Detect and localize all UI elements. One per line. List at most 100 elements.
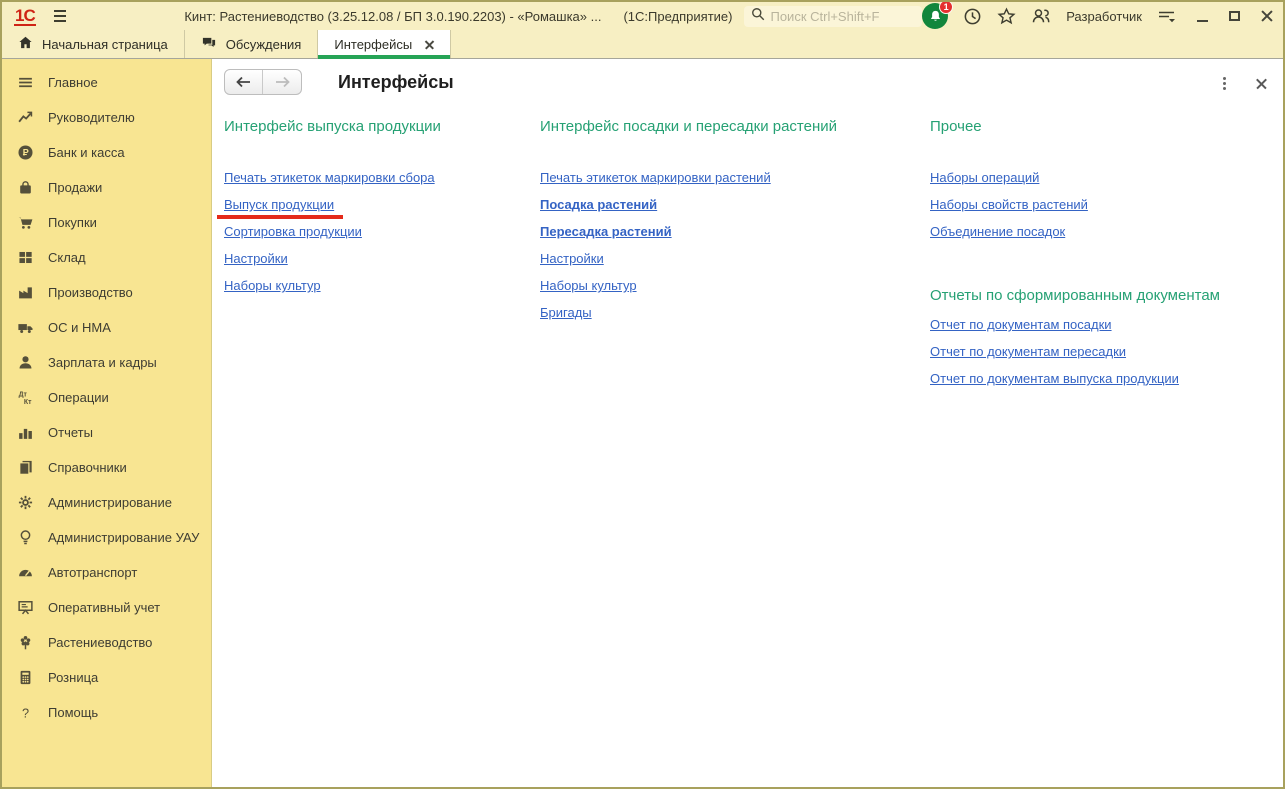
section-heading: Прочее <box>930 118 982 135</box>
forward-button[interactable] <box>263 70 301 94</box>
link-plant-property-sets[interactable]: Наборы свойств растений <box>930 197 1088 212</box>
svg-text:Р: Р <box>22 148 28 158</box>
tab-bar: Начальная страница Обсуждения Интерфейсы <box>2 30 1283 59</box>
link-report-output-docs[interactable]: Отчет по документам выпуска продукции <box>930 371 1179 386</box>
tab-label: Интерфейсы <box>334 36 413 52</box>
link-row: Настройки <box>540 250 930 277</box>
speedometer-icon <box>16 564 34 582</box>
link-product-sorting[interactable]: Сортировка продукции <box>224 224 362 239</box>
sidebar-item-bank-cash[interactable]: Р Банк и касса <box>2 135 211 170</box>
link-culture-sets[interactable]: Наборы культур <box>224 278 321 293</box>
main-content: Интерфейсы Интерфейс выпуска продукции П… <box>212 59 1283 787</box>
svg-text:Кт: Кт <box>23 399 31 406</box>
link-row: Пересадка растений <box>540 223 930 250</box>
link-print-labels-harvest[interactable]: Печать этикеток маркировки сбора <box>224 170 435 185</box>
link-planting[interactable]: Посадка растений <box>540 197 657 212</box>
sidebar-item-label: Главное <box>48 75 98 90</box>
link-brigades[interactable]: Бригады <box>540 305 592 320</box>
users-icon[interactable] <box>1031 6 1051 26</box>
more-menu-icon[interactable] <box>1221 75 1228 92</box>
link-row: Выпуск продукции <box>216 196 540 223</box>
link-merge-plantings[interactable]: Объединение посадок <box>930 224 1065 239</box>
back-button[interactable] <box>225 70 263 94</box>
sidebar-nav: Главное Руководителю Р Банк и касса Прод… <box>2 59 212 787</box>
sidebar-item-label: ОС и НМА <box>48 320 111 335</box>
notifications-button[interactable]: 1 <box>922 2 954 29</box>
sidebar-item-catalogs[interactable]: Справочники <box>2 450 211 485</box>
main-menu-icon[interactable] <box>53 10 67 22</box>
sidebar-item-purchases[interactable]: Покупки <box>2 205 211 240</box>
link-replanting[interactable]: Пересадка растений <box>540 224 672 239</box>
global-search[interactable] <box>744 5 923 27</box>
sidebar-item-assets[interactable]: ОС и НМА <box>2 310 211 345</box>
link-culture-sets[interactable]: Наборы культур <box>540 278 637 293</box>
sidebar-item-salary-hr[interactable]: Зарплата и кадры <box>2 345 211 380</box>
close-page-icon[interactable] <box>1256 78 1267 89</box>
history-icon[interactable] <box>963 7 982 26</box>
functions-menu-icon[interactable] <box>1157 8 1176 24</box>
light-bulb-icon <box>16 529 34 547</box>
link-settings[interactable]: Настройки <box>224 251 288 266</box>
sidebar-item-label: Операции <box>48 390 109 405</box>
sidebar-item-help[interactable]: ? Помощь <box>2 695 211 730</box>
tab-discussions[interactable]: Обсуждения <box>185 30 319 58</box>
calculator-icon <box>16 669 34 687</box>
notification-badge: 1 <box>939 2 954 14</box>
link-row: Печать этикеток маркировки сбора <box>224 169 540 196</box>
debit-credit-icon: Дт Кт <box>16 389 34 407</box>
sidebar-item-production[interactable]: Производство <box>2 275 211 310</box>
link-print-labels-plants[interactable]: Печать этикеток маркировки растений <box>540 170 771 185</box>
home-icon <box>18 35 33 53</box>
page-title: Интерфейсы <box>338 71 454 92</box>
tab-close-icon[interactable] <box>425 40 434 49</box>
link-row: Печать этикеток маркировки растений <box>540 169 930 196</box>
sidebar-item-administration[interactable]: Администрирование <box>2 485 211 520</box>
sidebar-item-label: Помощь <box>48 705 99 720</box>
interface-columns: Интерфейс выпуска продукции Печать этике… <box>212 105 1283 397</box>
factory-icon <box>16 284 34 302</box>
close-window-button[interactable] <box>1261 10 1273 22</box>
sidebar-item-administration-uau[interactable]: Администрирование УАУ <box>2 520 211 555</box>
search-input[interactable] <box>770 8 916 24</box>
sidebar-item-sales[interactable]: Продажи <box>2 170 211 205</box>
main-menu-icon <box>16 74 34 92</box>
question-mark-icon: ? <box>16 704 34 722</box>
link-product-output[interactable]: Выпуск продукции <box>216 197 344 219</box>
link-report-replanting-docs[interactable]: Отчет по документам пересадки <box>930 344 1126 359</box>
truck-icon <box>16 319 34 337</box>
sidebar-item-reports[interactable]: Отчеты <box>2 415 211 450</box>
link-report-planting-docs[interactable]: Отчет по документам посадки <box>930 317 1112 332</box>
sidebar-item-main[interactable]: Главное <box>2 65 211 100</box>
person-icon <box>16 354 34 372</box>
sidebar-item-operational[interactable]: Оперативный учет <box>2 590 211 625</box>
section-production-interface: Интерфейс выпуска продукции Печать этике… <box>216 111 540 397</box>
link-row: Объединение посадок <box>930 223 1283 250</box>
sidebar-item-label: Растениеводство <box>48 635 153 650</box>
sidebar-item-label: Склад <box>48 250 86 265</box>
tab-home-page[interactable]: Начальная страница <box>2 30 185 58</box>
sidebar-item-label: Зарплата и кадры <box>48 355 157 370</box>
sidebar-item-manager[interactable]: Руководителю <box>2 100 211 135</box>
tab-interfaces[interactable]: Интерфейсы <box>318 30 452 59</box>
maximize-button[interactable] <box>1229 11 1240 21</box>
sidebar-item-warehouse[interactable]: Склад <box>2 240 211 275</box>
sidebar-item-transport[interactable]: Автотранспорт <box>2 555 211 590</box>
sidebar-item-label: Производство <box>48 285 133 300</box>
link-settings[interactable]: Настройки <box>540 251 604 266</box>
ruble-coin-icon: Р <box>16 144 34 162</box>
sidebar-item-operations[interactable]: Дт Кт Операции <box>2 380 211 415</box>
section-reports: Отчеты по сформированным документам Отче… <box>930 286 1283 397</box>
minimize-button[interactable] <box>1197 9 1208 23</box>
link-row: Отчет по документам посадки <box>930 316 1283 343</box>
link-row: Наборы операций <box>930 169 1283 196</box>
sidebar-item-crop[interactable]: Растениеводство <box>2 625 211 660</box>
link-operation-sets[interactable]: Наборы операций <box>930 170 1039 185</box>
plant-icon <box>16 634 34 652</box>
1c-logo: 1С <box>14 5 36 26</box>
sidebar-item-label: Руководителю <box>48 110 135 125</box>
sidebar-item-retail[interactable]: Розница <box>2 660 211 695</box>
link-row: Настройки <box>224 250 540 277</box>
svg-text:Дт: Дт <box>18 391 27 398</box>
favorites-star-icon[interactable] <box>997 6 1016 26</box>
gear-icon <box>16 494 34 512</box>
